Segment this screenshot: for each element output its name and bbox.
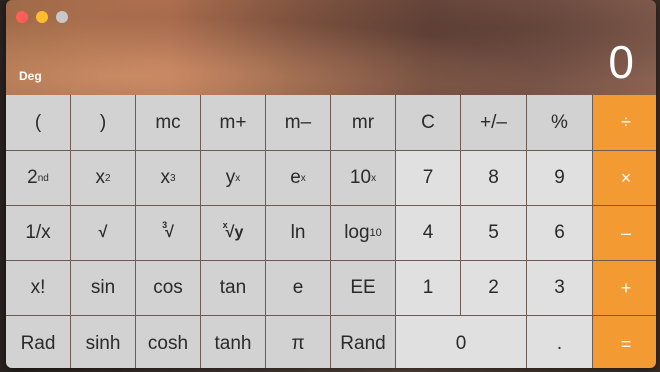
reciprocal-key[interactable]: 1/x — [6, 206, 70, 260]
clear-key[interactable]: C — [396, 95, 460, 150]
second-function-key[interactable]: 2nd — [6, 151, 70, 205]
percent-key[interactable]: % — [527, 95, 592, 150]
nth-root-key[interactable]: x √ y — [201, 206, 265, 260]
equals-key[interactable]: = — [593, 316, 656, 368]
nth-root-sign: √ — [225, 224, 235, 241]
square-root-icon: √ — [98, 224, 108, 241]
cube-root-key[interactable]: 3 √ — [136, 206, 200, 260]
digit-4-key[interactable]: 4 — [396, 206, 460, 260]
rad-key[interactable]: Rad — [6, 316, 70, 368]
digit-8-key[interactable]: 8 — [461, 151, 526, 205]
second-key-sup: nd — [37, 172, 49, 184]
exp-key-sup: x — [300, 172, 306, 184]
decimal-key[interactable]: . — [527, 316, 592, 368]
cube-key[interactable]: x3 — [136, 151, 200, 205]
tan-key[interactable]: tan — [201, 261, 265, 315]
ten-power-key-sup: x — [371, 172, 377, 184]
exp-key-base: e — [290, 167, 301, 188]
square-key[interactable]: x2 — [71, 151, 135, 205]
minimize-button[interactable] — [36, 11, 48, 23]
exp-key[interactable]: ex — [266, 151, 330, 205]
square-root-key[interactable]: √ — [71, 206, 135, 260]
sinh-key[interactable]: sinh — [71, 316, 135, 368]
euler-key[interactable]: e — [266, 261, 330, 315]
log10-key[interactable]: log 10 — [331, 206, 395, 260]
digit-9-key[interactable]: 9 — [527, 151, 592, 205]
add-key[interactable]: + — [593, 261, 656, 315]
divide-key[interactable]: ÷ — [593, 95, 656, 150]
close-button[interactable] — [16, 11, 28, 23]
cube-root-icon: 3 √ — [162, 220, 174, 242]
digit-0-key[interactable]: 0 — [396, 316, 526, 368]
cos-key[interactable]: cos — [136, 261, 200, 315]
ten-power-key[interactable]: 10 x — [331, 151, 395, 205]
keypad: ( ) mc m+ m– mr C +/– % ÷ 2nd x2 x3 yx e… — [6, 95, 656, 368]
memory-subtract-key[interactable]: m– — [266, 95, 330, 150]
square-key-base: x — [95, 167, 105, 188]
memory-recall-key[interactable]: mr — [331, 95, 395, 150]
pi-key[interactable]: π — [266, 316, 330, 368]
window-controls — [16, 11, 68, 23]
calculator-window: Deg 0 ( ) mc m+ m– mr C +/– % ÷ 2nd x2 x… — [6, 0, 656, 368]
power-key-sup: x — [235, 172, 241, 184]
digit-2-key[interactable]: 2 — [461, 261, 526, 315]
ten-power-key-base: 10 — [349, 167, 372, 188]
factorial-key[interactable]: x! — [6, 261, 70, 315]
subtract-key[interactable]: – — [593, 206, 656, 260]
digit-1-key[interactable]: 1 — [396, 261, 460, 315]
cube-key-sup: 3 — [169, 172, 176, 184]
log10-key-base: log — [344, 222, 370, 243]
ee-key[interactable]: EE — [331, 261, 395, 315]
digit-6-key[interactable]: 6 — [527, 206, 592, 260]
digit-3-key[interactable]: 3 — [527, 261, 592, 315]
log10-key-sub: 10 — [369, 227, 382, 239]
nth-root-radicand: y — [234, 224, 244, 241]
multiply-key[interactable]: × — [593, 151, 656, 205]
second-key-base: 2 — [27, 167, 38, 188]
sin-key[interactable]: sin — [71, 261, 135, 315]
digit-5-key[interactable]: 5 — [461, 206, 526, 260]
digit-7-key[interactable]: 7 — [396, 151, 460, 205]
cube-key-base: x — [160, 167, 170, 188]
memory-add-key[interactable]: m+ — [201, 95, 265, 150]
power-key[interactable]: yx — [201, 151, 265, 205]
negate-key[interactable]: +/– — [461, 95, 526, 150]
rand-key[interactable]: Rand — [331, 316, 395, 368]
zoom-button[interactable] — [56, 11, 68, 23]
open-paren-key[interactable]: ( — [6, 95, 70, 150]
display-area: Deg 0 — [6, 0, 656, 95]
angle-mode-label: Deg — [19, 69, 42, 83]
close-paren-key[interactable]: ) — [71, 95, 135, 150]
memory-clear-key[interactable]: mc — [136, 95, 200, 150]
square-key-sup: 2 — [104, 172, 111, 184]
power-key-base: y — [225, 167, 236, 188]
cosh-key[interactable]: cosh — [136, 316, 200, 368]
tanh-key[interactable]: tanh — [201, 316, 265, 368]
nth-root-icon: x √ y — [223, 220, 244, 242]
display-value: 0 — [608, 36, 634, 88]
cube-root-sign: √ — [165, 224, 174, 241]
natural-log-key[interactable]: ln — [266, 206, 330, 260]
